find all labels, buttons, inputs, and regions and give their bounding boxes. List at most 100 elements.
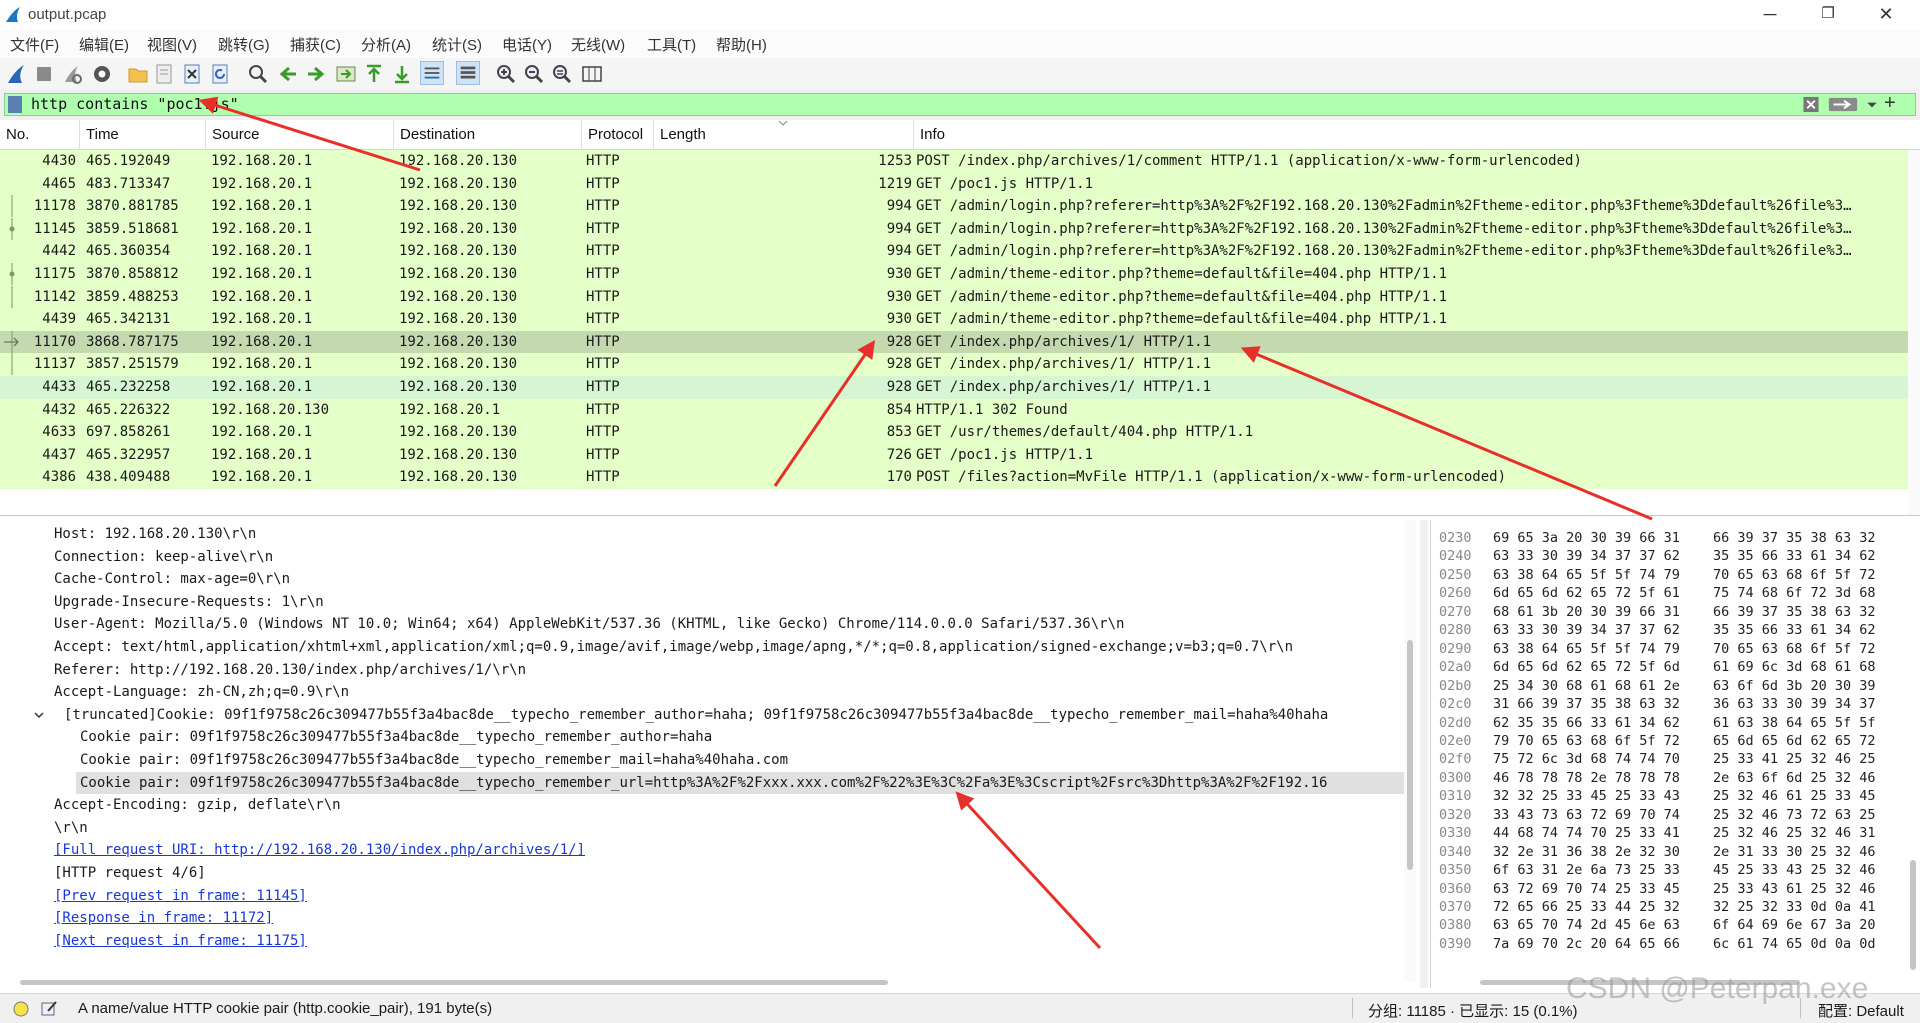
packet-no-cell: 4633	[42, 424, 76, 441]
menu-wireless[interactable]: 无线(W)	[571, 34, 625, 55]
menu-capture[interactable]: 捕获(C)	[290, 34, 341, 55]
packet-row[interactable]: 4386 438.409488 192.168.20.1 192.168.20.130…	[0, 466, 1908, 489]
hex-bytes: 63 6f 6d 3b 20 30 39	[1713, 677, 1876, 694]
go-back-icon[interactable]	[276, 62, 300, 86]
packet-row[interactable]: 11142 3859.488253 192.168.20.1 192.168.20.1…	[0, 285, 1908, 309]
zoom-in-icon[interactable]	[494, 62, 518, 86]
open-file-icon[interactable]	[126, 62, 150, 86]
column-time[interactable]: Time	[80, 120, 206, 149]
maximize-button[interactable]: ❐	[1799, 0, 1857, 30]
packet-row[interactable]: 4633 697.858261 192.168.20.1 192.168.20.130…	[0, 421, 1908, 444]
hex-bytes: 65 6d 65 6d 62 65 72	[1713, 732, 1876, 749]
packet-row[interactable]: 4442 465.360354 192.168.20.1 192.168.20.130…	[0, 240, 1908, 263]
column-no[interactable]: No.	[0, 120, 80, 149]
details-link[interactable]: [Response in frame: 11172]	[54, 907, 273, 930]
details-vertical-scrollbar[interactable]	[1404, 520, 1416, 982]
details-link[interactable]: [Prev request in frame: 11145]	[54, 885, 307, 908]
menu-statistics[interactable]: 统计(S)	[432, 34, 482, 55]
menu-edit[interactable]: 编辑(E)	[79, 34, 129, 55]
bytes-vertical-scrollbar[interactable]	[1907, 520, 1919, 980]
go-forward-icon[interactable]	[304, 62, 328, 86]
packet-row[interactable]: 11170 3868.787175 192.168.20.1 192.168.20.1…	[0, 330, 1908, 354]
go-to-packet-icon[interactable]	[334, 62, 358, 86]
menu-file[interactable]: 文件(F)	[10, 34, 59, 55]
column-info[interactable]: Info	[914, 120, 1920, 149]
packet-no-cell: 11170	[33, 333, 76, 350]
menu-analyze[interactable]: 分析(A)	[361, 34, 411, 55]
restart-capture-icon[interactable]	[60, 62, 84, 86]
minimize-button[interactable]: ─	[1741, 0, 1799, 30]
packet-proto-cell: HTTP	[586, 401, 620, 418]
pane-splitter[interactable]	[1420, 520, 1428, 988]
close-file-icon[interactable]	[180, 62, 204, 86]
display-filter-text[interactable]: http contains "poc1.js"	[31, 95, 239, 113]
packet-src-cell: 192.168.20.1	[211, 311, 313, 328]
packet-row[interactable]: 4437 465.322957 192.168.20.1 192.168.20.130…	[0, 443, 1908, 467]
go-first-packet-icon[interactable]	[362, 62, 386, 86]
packet-row[interactable]: 4432 465.226322 192.168.20.130 192.168.20.1…	[0, 398, 1908, 422]
resize-columns-icon[interactable]	[580, 62, 604, 86]
details-line: [HTTP request 4/6]	[54, 865, 206, 881]
column-source[interactable]: Source	[206, 120, 394, 149]
edit-comment-icon[interactable]	[40, 999, 58, 1017]
packet-len-cell: 854	[886, 401, 912, 418]
display-filter-input[interactable]: http contains "poc1.js"	[4, 93, 1916, 116]
column-protocol[interactable]: Protocol	[582, 120, 654, 149]
packet-info-cell: GET /admin/login.php?referer=http%3A%2F%…	[916, 220, 1852, 237]
save-file-icon[interactable]	[152, 62, 176, 86]
sort-descending-icon	[778, 120, 788, 126]
packet-row[interactable]: 11137 3857.251579 192.168.20.1 192.168.20.1…	[0, 353, 1908, 376]
tree-expand-chevron-icon[interactable]	[33, 709, 45, 721]
details-line: Accept-Language: zh-CN,zh;q=0.9\r\n	[54, 684, 350, 701]
packet-info-cell: GET /admin/theme-editor.php?theme=defaul…	[916, 311, 1448, 328]
menu-tools[interactable]: 工具(T)	[647, 34, 696, 55]
colorize-list-icon[interactable]	[456, 61, 480, 85]
details-link[interactable]: [Next request in frame: 11175]	[54, 930, 307, 953]
packet-row[interactable]: 11145 3859.518681 192.168.20.1 192.168.20.1…	[0, 217, 1908, 241]
menu-help[interactable]: 帮助(H)	[716, 34, 767, 55]
menu-go[interactable]: 跳转(G)	[218, 34, 270, 55]
details-line[interactable]: [truncated]Cookie: 09f1f9758c26c309477b5…	[64, 704, 1328, 727]
hex-bytes: 69 65 3a 20 30 39 66 31	[1493, 530, 1680, 546]
details-horizontal-scrollbar[interactable]	[0, 978, 1414, 988]
zoom-normal-icon[interactable]	[550, 62, 574, 86]
packet-row[interactable]: 4439 465.342131 192.168.20.1 192.168.20.130…	[0, 308, 1908, 331]
close-button[interactable]: ✕	[1857, 0, 1915, 30]
packet-row[interactable]: 4465 483.713347 192.168.20.1 192.168.20.130…	[0, 172, 1908, 196]
filter-bookmark-icon[interactable]	[8, 96, 22, 113]
hex-offset: 02f0	[1439, 751, 1472, 768]
packet-row[interactable]: 11175 3870.858812 192.168.20.1 192.168.20.1…	[0, 263, 1908, 286]
status-field-description: A name/value HTTP cookie pair (http.cook…	[78, 1000, 493, 1017]
selected-cookie-pair[interactable]: Cookie pair: 09f1f9758c26c309477b55f3a4b…	[76, 771, 1404, 795]
packet-row[interactable]: 4433 465.232258 192.168.20.1 192.168.20.130…	[0, 376, 1908, 399]
expert-info-icon[interactable]	[12, 1000, 30, 1018]
auto-scroll-icon[interactable]	[420, 61, 444, 85]
column-destination[interactable]: Destination	[394, 120, 582, 149]
go-last-packet-icon[interactable]	[390, 62, 414, 86]
packet-proto-cell: HTTP	[586, 198, 620, 215]
menu-telephony[interactable]: 电话(Y)	[502, 34, 552, 55]
apply-filter-icon[interactable]	[1827, 96, 1859, 113]
packet-row[interactable]: 11178 3870.881785 192.168.20.1 192.168.20.1…	[0, 195, 1908, 218]
packet-time-cell: 3868.787175	[86, 333, 179, 350]
packet-src-cell: 192.168.20.1	[211, 333, 313, 350]
zoom-out-icon[interactable]	[522, 62, 546, 86]
packet-row[interactable]: 4430 465.192049 192.168.20.1 192.168.20.130…	[0, 150, 1908, 173]
details-link[interactable]: [Full request URI: http://192.168.20.130…	[54, 839, 585, 862]
hex-bytes: 63 38 64 65 5f 5f 74 79	[1493, 566, 1680, 583]
clear-filter-icon[interactable]	[1802, 96, 1820, 113]
packet-len-cell: 930	[886, 288, 912, 305]
details-line: Upgrade-Insecure-Requests: 1\r\n	[54, 593, 324, 610]
reload-file-icon[interactable]	[208, 62, 232, 86]
start-capture-icon[interactable]	[4, 62, 28, 86]
packet-dst-cell: 192.168.20.130	[399, 175, 518, 192]
packet-dst-cell: 192.168.20.130	[399, 356, 518, 373]
packet-list-scrollbar[interactable]	[1908, 150, 1920, 515]
add-filter-button[interactable]: +	[1884, 92, 1896, 115]
menu-view[interactable]: 视图(V)	[147, 34, 197, 55]
packet-src-cell: 192.168.20.1	[211, 175, 313, 192]
filter-history-dropdown-icon[interactable]	[1865, 96, 1879, 113]
find-packet-icon[interactable]	[246, 62, 270, 86]
stop-capture-icon[interactable]	[32, 62, 56, 86]
capture-options-icon[interactable]	[90, 62, 114, 86]
